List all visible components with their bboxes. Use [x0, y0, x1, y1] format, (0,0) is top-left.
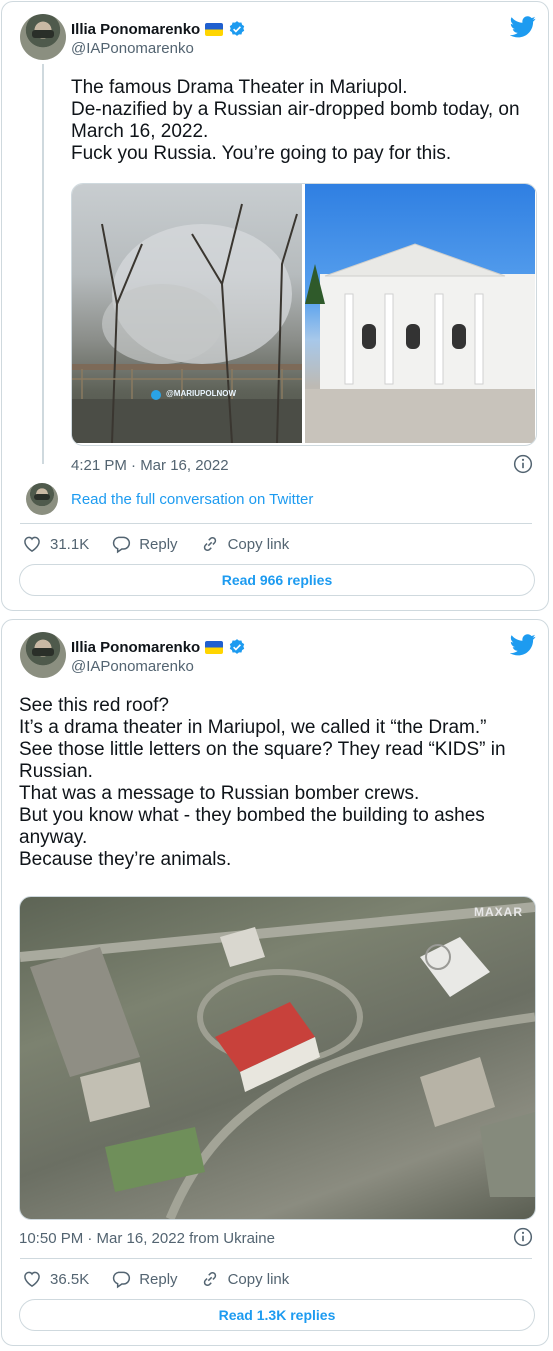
image-watermark: MAXAR — [474, 905, 523, 919]
smoke-scene-illustration — [72, 203, 302, 444]
like-count: 36.5K — [50, 1270, 90, 1288]
ukraine-flag-icon — [205, 640, 224, 654]
author-handle[interactable]: @IAPonomarenko — [71, 658, 194, 675]
read-replies-button[interactable]: Read 1.3K replies — [19, 1299, 535, 1331]
reply-label: Reply — [139, 1270, 178, 1288]
tweet-card: Illia Ponomarenko @IAPonomarenko See thi… — [1, 619, 549, 1346]
thread-line — [42, 64, 44, 464]
author-handle[interactable]: @IAPonomarenko — [71, 40, 194, 57]
author-name[interactable]: Illia Ponomarenko — [71, 21, 200, 38]
heart-icon — [24, 536, 40, 552]
reply-button[interactable]: Reply — [111, 534, 178, 554]
copy-link-label: Copy link — [227, 535, 290, 553]
verified-badge-icon — [230, 639, 245, 654]
copy-link-button[interactable]: Copy link — [200, 1269, 290, 1289]
author-name[interactable]: Illia Ponomarenko — [71, 639, 200, 656]
tweet-timestamp[interactable]: 10:50 PM · Mar 16, 2022 from Ukraine — [19, 1230, 275, 1247]
tweet-text: See this red roof? It’s a drama theater … — [19, 695, 506, 870]
tweet-text: The famous Drama Theater in Mariupol. De… — [71, 77, 520, 164]
copy-link-button[interactable]: Copy link — [200, 534, 290, 554]
reply-bubble-icon — [113, 536, 131, 554]
satellite-image[interactable]: MAXAR — [19, 896, 536, 1220]
satellite-scene-illustration — [20, 902, 535, 1219]
info-icon[interactable] — [513, 454, 533, 474]
read-replies-button[interactable]: Read 966 replies — [19, 564, 535, 596]
tweet-media[interactable]: @MARIUPOLNOW — [71, 183, 537, 446]
avatar[interactable] — [20, 14, 66, 60]
info-icon[interactable] — [513, 1227, 533, 1247]
heart-icon — [24, 1271, 40, 1287]
reply-bubble-icon — [113, 1271, 131, 1289]
divider — [20, 523, 532, 524]
like-button[interactable]: 36.5K — [22, 1269, 89, 1289]
like-button[interactable]: 31.1K — [22, 534, 89, 554]
divider — [20, 1258, 532, 1259]
read-conversation-link[interactable]: Read the full conversation on Twitter — [71, 491, 313, 508]
reply-button[interactable]: Reply — [111, 1269, 178, 1289]
ukraine-flag-icon — [205, 22, 224, 36]
tweet-actions: 31.1K Reply Copy link — [22, 534, 311, 554]
tweet-actions: 36.5K Reply Copy link — [22, 1269, 311, 1289]
tweet-card: Illia Ponomarenko @IAPonomarenko The fam… — [1, 1, 549, 611]
conversation-avatar[interactable] — [26, 483, 58, 515]
like-count: 31.1K — [50, 535, 90, 553]
twitter-bird-icon[interactable] — [510, 634, 536, 656]
avatar[interactable] — [20, 632, 66, 678]
theater-building-illustration — [305, 243, 535, 443]
verified-badge-icon — [230, 21, 245, 36]
photo-watermark: @MARIUPOLNOW — [166, 389, 237, 398]
twitter-bird-icon[interactable] — [510, 16, 536, 38]
reply-label: Reply — [139, 535, 178, 553]
copy-link-label: Copy link — [227, 1270, 290, 1288]
link-icon — [203, 536, 216, 552]
drama-theater-photo[interactable] — [305, 184, 535, 443]
link-icon — [203, 1271, 216, 1287]
tweet-timestamp[interactable]: 4:21 PM · Mar 16, 2022 — [71, 457, 229, 474]
theater-bombing-photo[interactable]: @MARIUPOLNOW — [72, 184, 302, 444]
